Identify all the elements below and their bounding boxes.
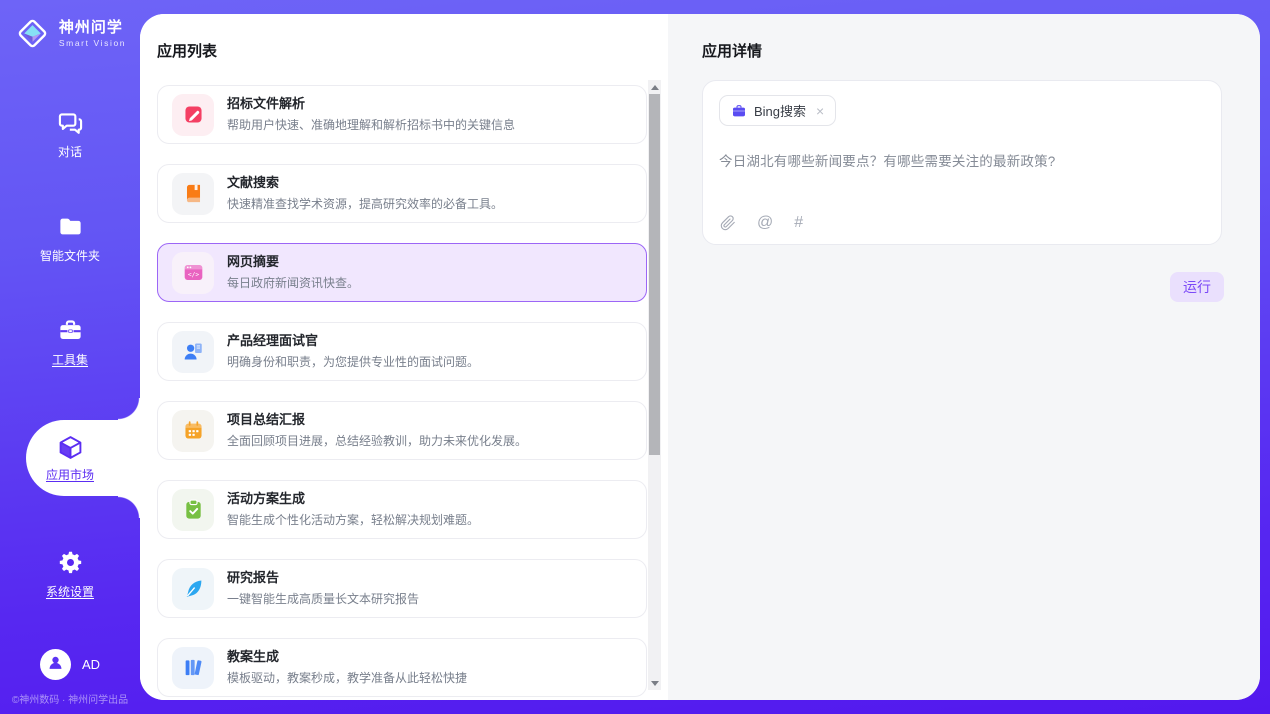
toolbox-icon <box>57 317 84 344</box>
briefcase-icon <box>731 103 747 119</box>
app-name: 研究报告 <box>227 570 419 586</box>
interview-icon <box>172 331 214 373</box>
app-list: 招标文件解析 帮助用户快速、准确地理解和解析招标书中的关键信息 文献搜索 快速精… <box>140 80 668 700</box>
app-list-item[interactable]: 项目总结汇报 全面回顾项目进展，总结经验教训，助力未来优化发展。 <box>157 401 647 460</box>
app-list-item[interactable]: 产品经理面试官 明确身份和职责，为您提供专业性的面试问题。 <box>157 322 647 381</box>
book-icon <box>172 173 214 215</box>
chat-icon <box>57 109 84 136</box>
tool-chip-bing-search[interactable]: Bing搜索 × <box>719 95 836 126</box>
run-button[interactable]: 运行 <box>1170 272 1224 302</box>
prompt-card: Bing搜索 × 今日湖北有哪些新闻要点？有哪些需要关注的最新政策? @# <box>702 80 1222 245</box>
quill-icon <box>172 568 214 610</box>
user-name: AD <box>82 657 100 672</box>
chip-close-icon[interactable]: × <box>816 104 824 118</box>
person-icon <box>46 653 65 677</box>
sidebar-item-label: 应用市场 <box>46 466 94 483</box>
brand-subtitle: Smart Vision <box>59 38 126 48</box>
app-desc: 全面回顾项目进展，总结经验教训，助力未来优化发展。 <box>227 432 527 449</box>
content-area: 应用列表 招标文件解析 帮助用户快速、准确地理解和解析招标书中的关键信息 文献搜… <box>140 14 1260 700</box>
app-name: 活动方案生成 <box>227 491 479 507</box>
edit-doc-icon <box>172 94 214 136</box>
app-detail-panel: 应用详情 Bing搜索 × 今日湖北有哪些新闻要点？有哪些需要关注的最新政策? … <box>668 14 1260 700</box>
svg-text:</>: </> <box>187 272 198 279</box>
app-list-item[interactable]: </> 网页摘要 每日政府新闻资讯快查。 <box>157 243 647 302</box>
paperclip-icon[interactable] <box>720 215 736 231</box>
app-name: 招标文件解析 <box>227 96 515 112</box>
app-desc: 明确身份和职责，为您提供专业性的面试问题。 <box>227 353 479 370</box>
app-desc: 模板驱动，教案秒成，教学准备从此轻松快捷 <box>227 669 467 686</box>
attachment-toolbar: @# <box>720 215 803 231</box>
tool-chip-label: Bing搜索 <box>754 101 806 120</box>
sidebar-item-4[interactable]: 应用市场 <box>26 420 140 496</box>
sidebar-nav: 对话 智能文件夹 工具集 应用市场 系统设置 <box>0 108 140 600</box>
app-list-item[interactable]: 活动方案生成 智能生成个性化活动方案，轻松解决规划难题。 <box>157 480 647 539</box>
scroll-down-arrow-icon[interactable] <box>648 676 661 690</box>
app-list-item[interactable]: 文献搜索 快速精准查找学术资源，提高研究效率的必备工具。 <box>157 164 647 223</box>
app-name: 项目总结汇报 <box>227 412 527 428</box>
clipboard-check-icon <box>172 489 214 531</box>
app-window: { "brand": { "name": "神州问学", "subtitle":… <box>0 0 1270 714</box>
app-list-title: 应用列表 <box>157 40 217 61</box>
gear-icon <box>57 549 84 576</box>
app-list-item[interactable]: 研究报告 一键智能生成高质量长文本研究报告 <box>157 559 647 618</box>
app-name: 教案生成 <box>227 649 467 665</box>
app-list-panel: 应用列表 招标文件解析 帮助用户快速、准确地理解和解析招标书中的关键信息 文献搜… <box>140 14 668 700</box>
scrollbar-track[interactable] <box>648 80 661 690</box>
app-name: 文献搜索 <box>227 175 503 191</box>
query-input[interactable]: 今日湖北有哪些新闻要点？有哪些需要关注的最新政策? <box>719 150 1205 170</box>
app-desc: 帮助用户快速、准确地理解和解析招标书中的关键信息 <box>227 116 515 133</box>
hash-icon[interactable]: # <box>794 215 803 231</box>
brand-logo: 神州问学 Smart Vision <box>0 0 140 52</box>
app-detail-title: 应用详情 <box>702 40 762 61</box>
app-desc: 智能生成个性化活动方案，轻松解决规划难题。 <box>227 511 479 528</box>
gem-logo-icon <box>14 15 51 52</box>
sidebar-footer: ©神州数码 · 神州问学出品 <box>0 691 140 706</box>
app-name: 网页摘要 <box>227 254 359 270</box>
app-desc: 每日政府新闻资讯快查。 <box>227 274 359 291</box>
sidebar-item-1[interactable]: 对话 <box>0 108 140 160</box>
cube-icon <box>57 434 84 461</box>
folder-icon <box>57 213 84 240</box>
sidebar-item-3[interactable]: 工具集 <box>0 316 140 368</box>
sidebar-item-label: 系统设置 <box>46 583 94 600</box>
sidebar-item-5[interactable]: 系统设置 <box>0 548 140 600</box>
sidebar: 神州问学 Smart Vision 对话 智能文件夹 工具集 应用市场 系统设置… <box>0 0 140 714</box>
webpage-icon: </> <box>172 252 214 294</box>
app-desc: 快速精准查找学术资源，提高研究效率的必备工具。 <box>227 195 503 212</box>
sidebar-item-2[interactable]: 智能文件夹 <box>0 212 140 264</box>
brand-name: 神州问学 <box>59 19 126 38</box>
scroll-up-arrow-icon[interactable] <box>648 80 661 94</box>
calendar-icon <box>172 410 214 452</box>
books-icon <box>172 647 214 689</box>
app-list-item[interactable]: 招标文件解析 帮助用户快速、准确地理解和解析招标书中的关键信息 <box>157 85 647 144</box>
user-row[interactable]: AD <box>0 649 140 680</box>
scrollbar-thumb[interactable] <box>649 94 660 455</box>
avatar <box>40 649 71 680</box>
sidebar-item-label: 智能文件夹 <box>40 247 100 264</box>
app-desc: 一键智能生成高质量长文本研究报告 <box>227 590 419 607</box>
sidebar-item-label: 对话 <box>58 143 82 160</box>
sidebar-item-label: 工具集 <box>52 351 88 368</box>
at-icon[interactable]: @ <box>757 215 773 231</box>
app-name: 产品经理面试官 <box>227 333 479 349</box>
app-list-item[interactable]: 教案生成 模板驱动，教案秒成，教学准备从此轻松快捷 <box>157 638 647 697</box>
